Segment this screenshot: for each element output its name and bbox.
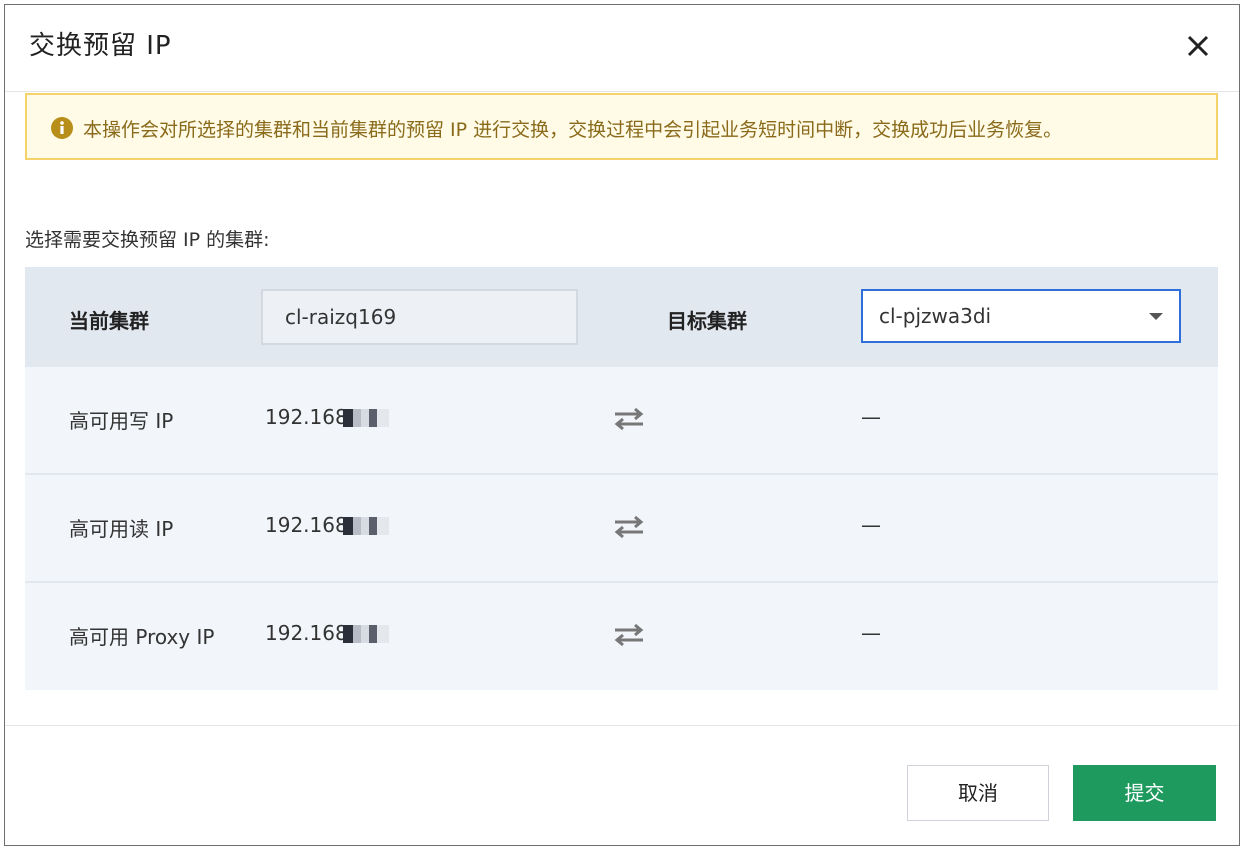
current-ip-value: 192.168 <box>265 621 348 645</box>
cluster-header-row: 当前集群 cl-raizq169 目标集群 cl-pjzwa3di <box>25 267 1218 367</box>
dialog-title: 交换预留 IP <box>29 31 172 61</box>
swap-icon[interactable] <box>613 623 645 647</box>
ip-type-label: 高可用 Proxy IP <box>69 625 215 649</box>
warning-alert: 本操作会对所选择的集群和当前集群的预留 IP 进行交换，交换过程中会引起业务短时… <box>25 93 1218 160</box>
table-row: 高可用 Proxy IP 192.168 — <box>25 583 1218 691</box>
masked-ip-segment <box>343 625 389 643</box>
ip-type-label: 高可用读 IP <box>69 517 174 541</box>
current-cluster-field: cl-raizq169 <box>261 289 578 345</box>
select-cluster-label: 选择需要交换预留 IP 的集群: <box>25 229 270 251</box>
chevron-down-icon <box>1149 313 1163 320</box>
ip-rows: 高可用写 IP 192.168 — 高可用读 IP 192.168 — 高可用 … <box>25 367 1218 690</box>
alert-message: 本操作会对所选择的集群和当前集群的预留 IP 进行交换，交换过程中会引起业务短时… <box>83 119 1063 141</box>
info-icon <box>51 117 73 139</box>
current-ip-value: 192.168 <box>265 405 348 429</box>
exchange-ip-dialog: 交换预留 IP 本操作会对所选择的集群和当前集群的预留 IP 进行交换，交换过程… <box>4 4 1240 846</box>
header-divider <box>5 91 1239 92</box>
target-cluster-value: cl-pjzwa3di <box>879 304 992 328</box>
footer-divider <box>5 725 1239 726</box>
masked-ip-segment <box>343 517 389 535</box>
target-ip-value: — <box>861 405 881 429</box>
submit-button[interactable]: 提交 <box>1073 765 1216 821</box>
cancel-button[interactable]: 取消 <box>907 765 1049 821</box>
table-row: 高可用读 IP 192.168 — <box>25 475 1218 583</box>
ip-type-label: 高可用写 IP <box>69 409 174 433</box>
target-cluster-label: 目标集群 <box>667 309 747 333</box>
table-row: 高可用写 IP 192.168 — <box>25 367 1218 475</box>
current-cluster-label: 当前集群 <box>69 309 149 333</box>
current-ip-value: 192.168 <box>265 513 348 537</box>
target-ip-value: — <box>861 513 881 537</box>
target-cluster-select[interactable]: cl-pjzwa3di <box>861 289 1181 343</box>
swap-icon[interactable] <box>613 407 645 431</box>
masked-ip-segment <box>343 409 389 427</box>
swap-icon[interactable] <box>613 515 645 539</box>
target-ip-value: — <box>861 621 881 645</box>
close-icon[interactable] <box>1185 33 1211 59</box>
